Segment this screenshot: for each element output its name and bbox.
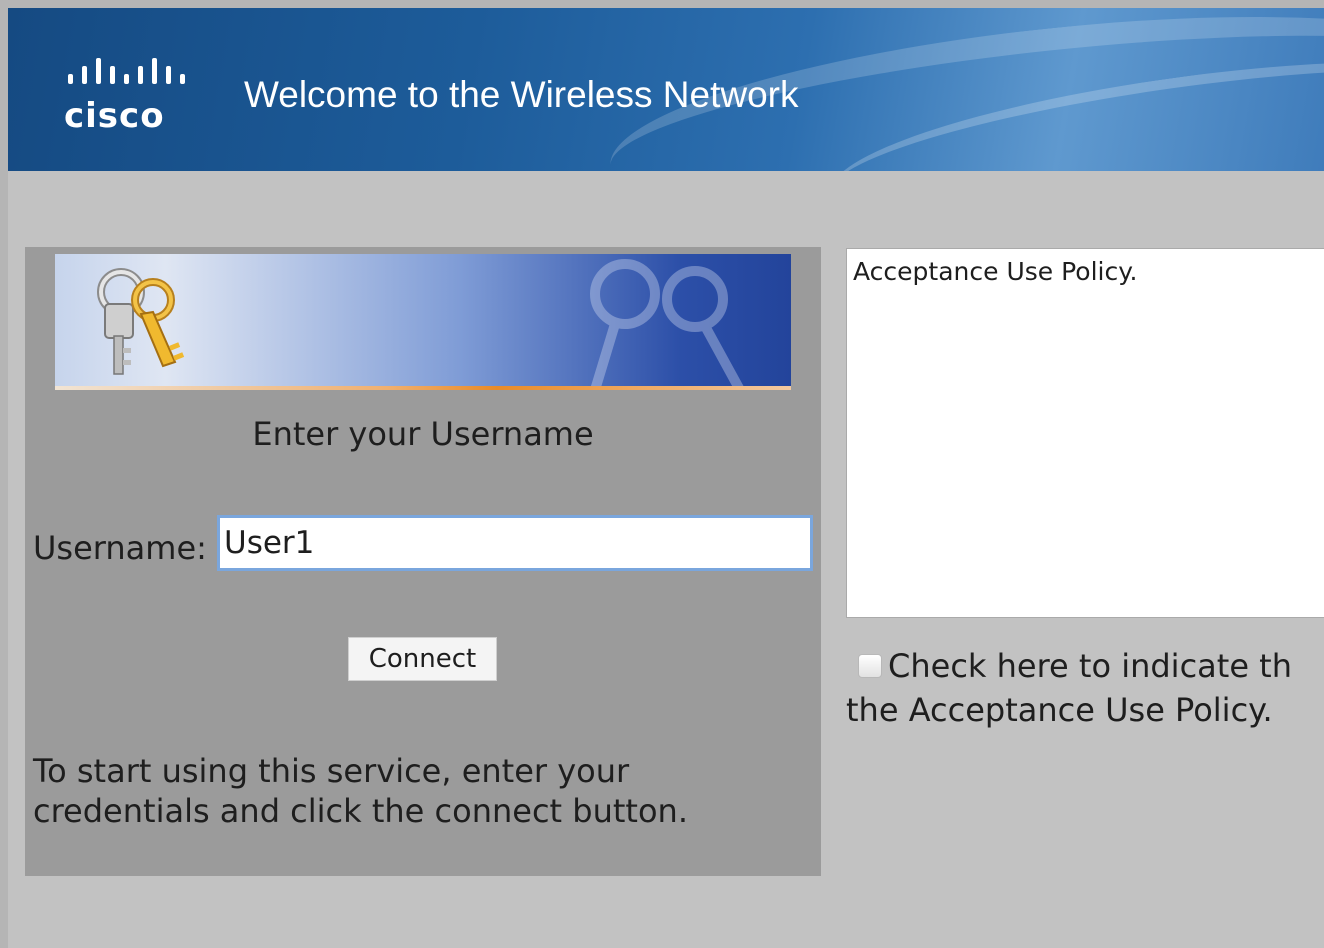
login-instructions: To start using this service, enter your … bbox=[33, 752, 688, 830]
login-heading: Enter your Username bbox=[252, 415, 594, 453]
policy-checkbox-label-line1: Check here to indicate th bbox=[888, 647, 1292, 685]
header-banner: cisco Welcome to the Wireless Network bbox=[8, 8, 1324, 171]
policy-checkbox[interactable] bbox=[858, 654, 882, 678]
logo-wordmark: cisco bbox=[64, 96, 165, 136]
acceptance-policy-textarea[interactable]: Acceptance Use Policy. bbox=[846, 248, 1324, 618]
username-label: Username: bbox=[33, 529, 207, 567]
keys-watermark-icon bbox=[590, 259, 745, 390]
username-input[interactable] bbox=[217, 515, 813, 571]
page-title: Welcome to the Wireless Network bbox=[244, 74, 799, 115]
login-banner bbox=[55, 254, 791, 390]
cisco-bars-icon bbox=[68, 58, 185, 84]
cisco-logo-icon: cisco bbox=[52, 56, 212, 146]
policy-checkbox-label-line2: the Acceptance Use Policy. bbox=[846, 691, 1273, 729]
login-panel: Enter your Username Username: Connect To… bbox=[25, 247, 821, 876]
connect-button[interactable]: Connect bbox=[348, 637, 497, 681]
keys-icon bbox=[97, 268, 185, 375]
policy-agreement: Check here to indicate th the Acceptance… bbox=[846, 644, 1324, 732]
